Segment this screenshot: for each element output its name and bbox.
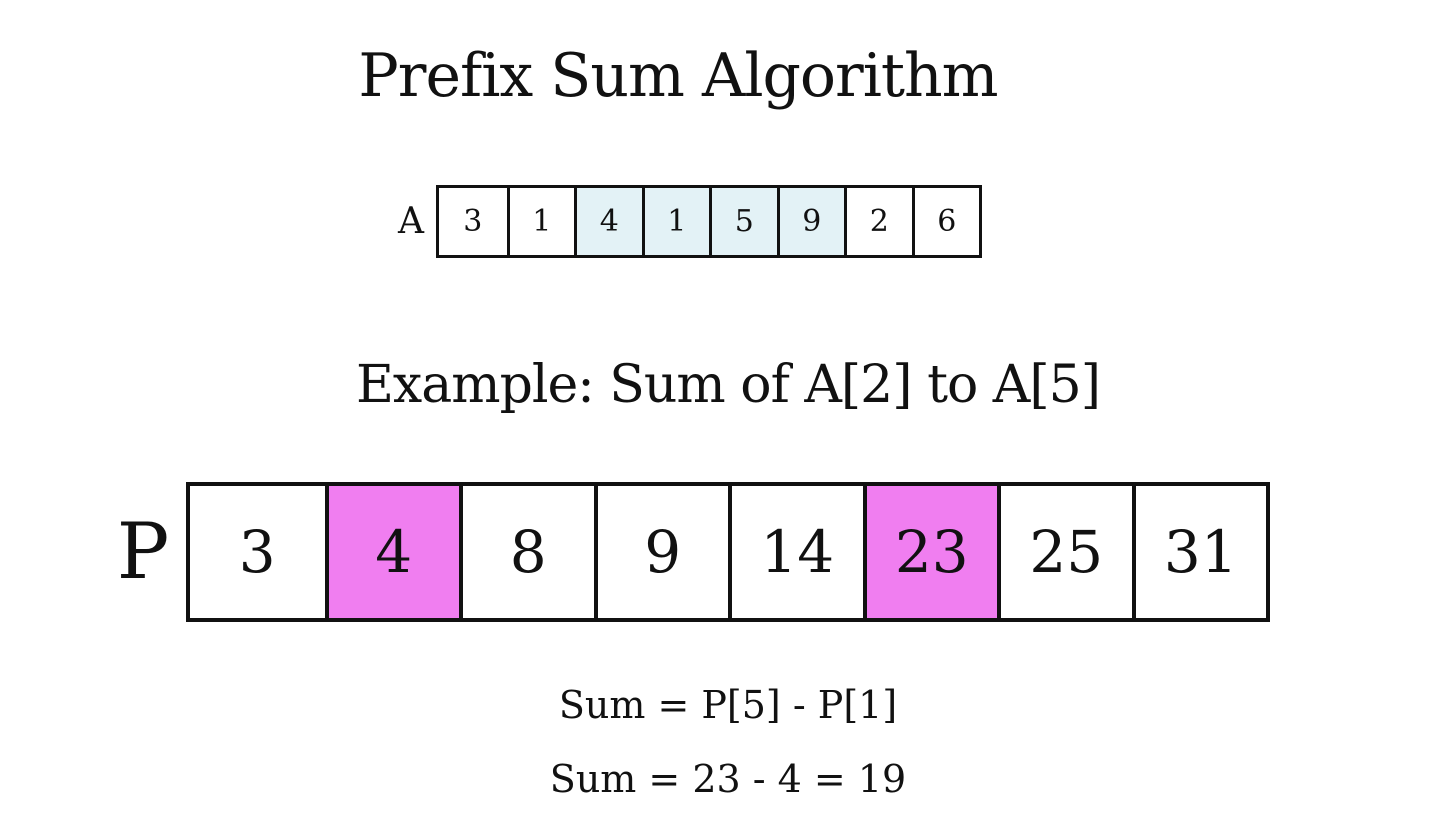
array-a: A 3 1 4 1 5 9 2 6: [386, 185, 982, 258]
array-p-cell-0: 3: [238, 518, 276, 586]
array-p-cell-1: 4: [324, 486, 459, 618]
array-a-cell-0: 3: [463, 204, 483, 239]
array-a-label: A: [398, 201, 424, 242]
array-a-cell-1: 1: [506, 188, 575, 255]
array-p: P 3 4 8 9 14 23 25 31: [100, 482, 1270, 622]
array-a-cell-3: 1: [641, 188, 709, 255]
array-a-cell-7: 6: [911, 188, 980, 255]
array-p-cell-4: 14: [728, 486, 863, 618]
array-p-cell-3: 9: [593, 486, 729, 618]
array-a-cell-6: 2: [844, 188, 912, 255]
diagram-title: Prefix Sum Algorithm: [358, 41, 998, 111]
array-p-cells: 3 4 8 9 14 23 25 31: [186, 482, 1270, 622]
array-p-label: P: [116, 507, 170, 597]
array-a-cell-5: 9: [776, 188, 844, 255]
array-p-cell-2: 8: [459, 486, 594, 618]
array-a-cells: 3 1 4 1 5 9 2 6: [436, 185, 982, 258]
array-p-cell-5: 23: [862, 486, 997, 618]
array-p-cell-6: 25: [997, 486, 1132, 618]
array-a-cell-2: 4: [574, 188, 642, 255]
formula-line-2: Sum = 23 - 4 = 19: [549, 757, 907, 801]
array-p-cell-7: 31: [1131, 486, 1267, 618]
example-heading: Example: Sum of A[2] to A[5]: [355, 355, 1101, 415]
formula-line-1: Sum = P[5] - P[1]: [558, 683, 898, 727]
array-a-cell-4: 5: [709, 188, 777, 255]
